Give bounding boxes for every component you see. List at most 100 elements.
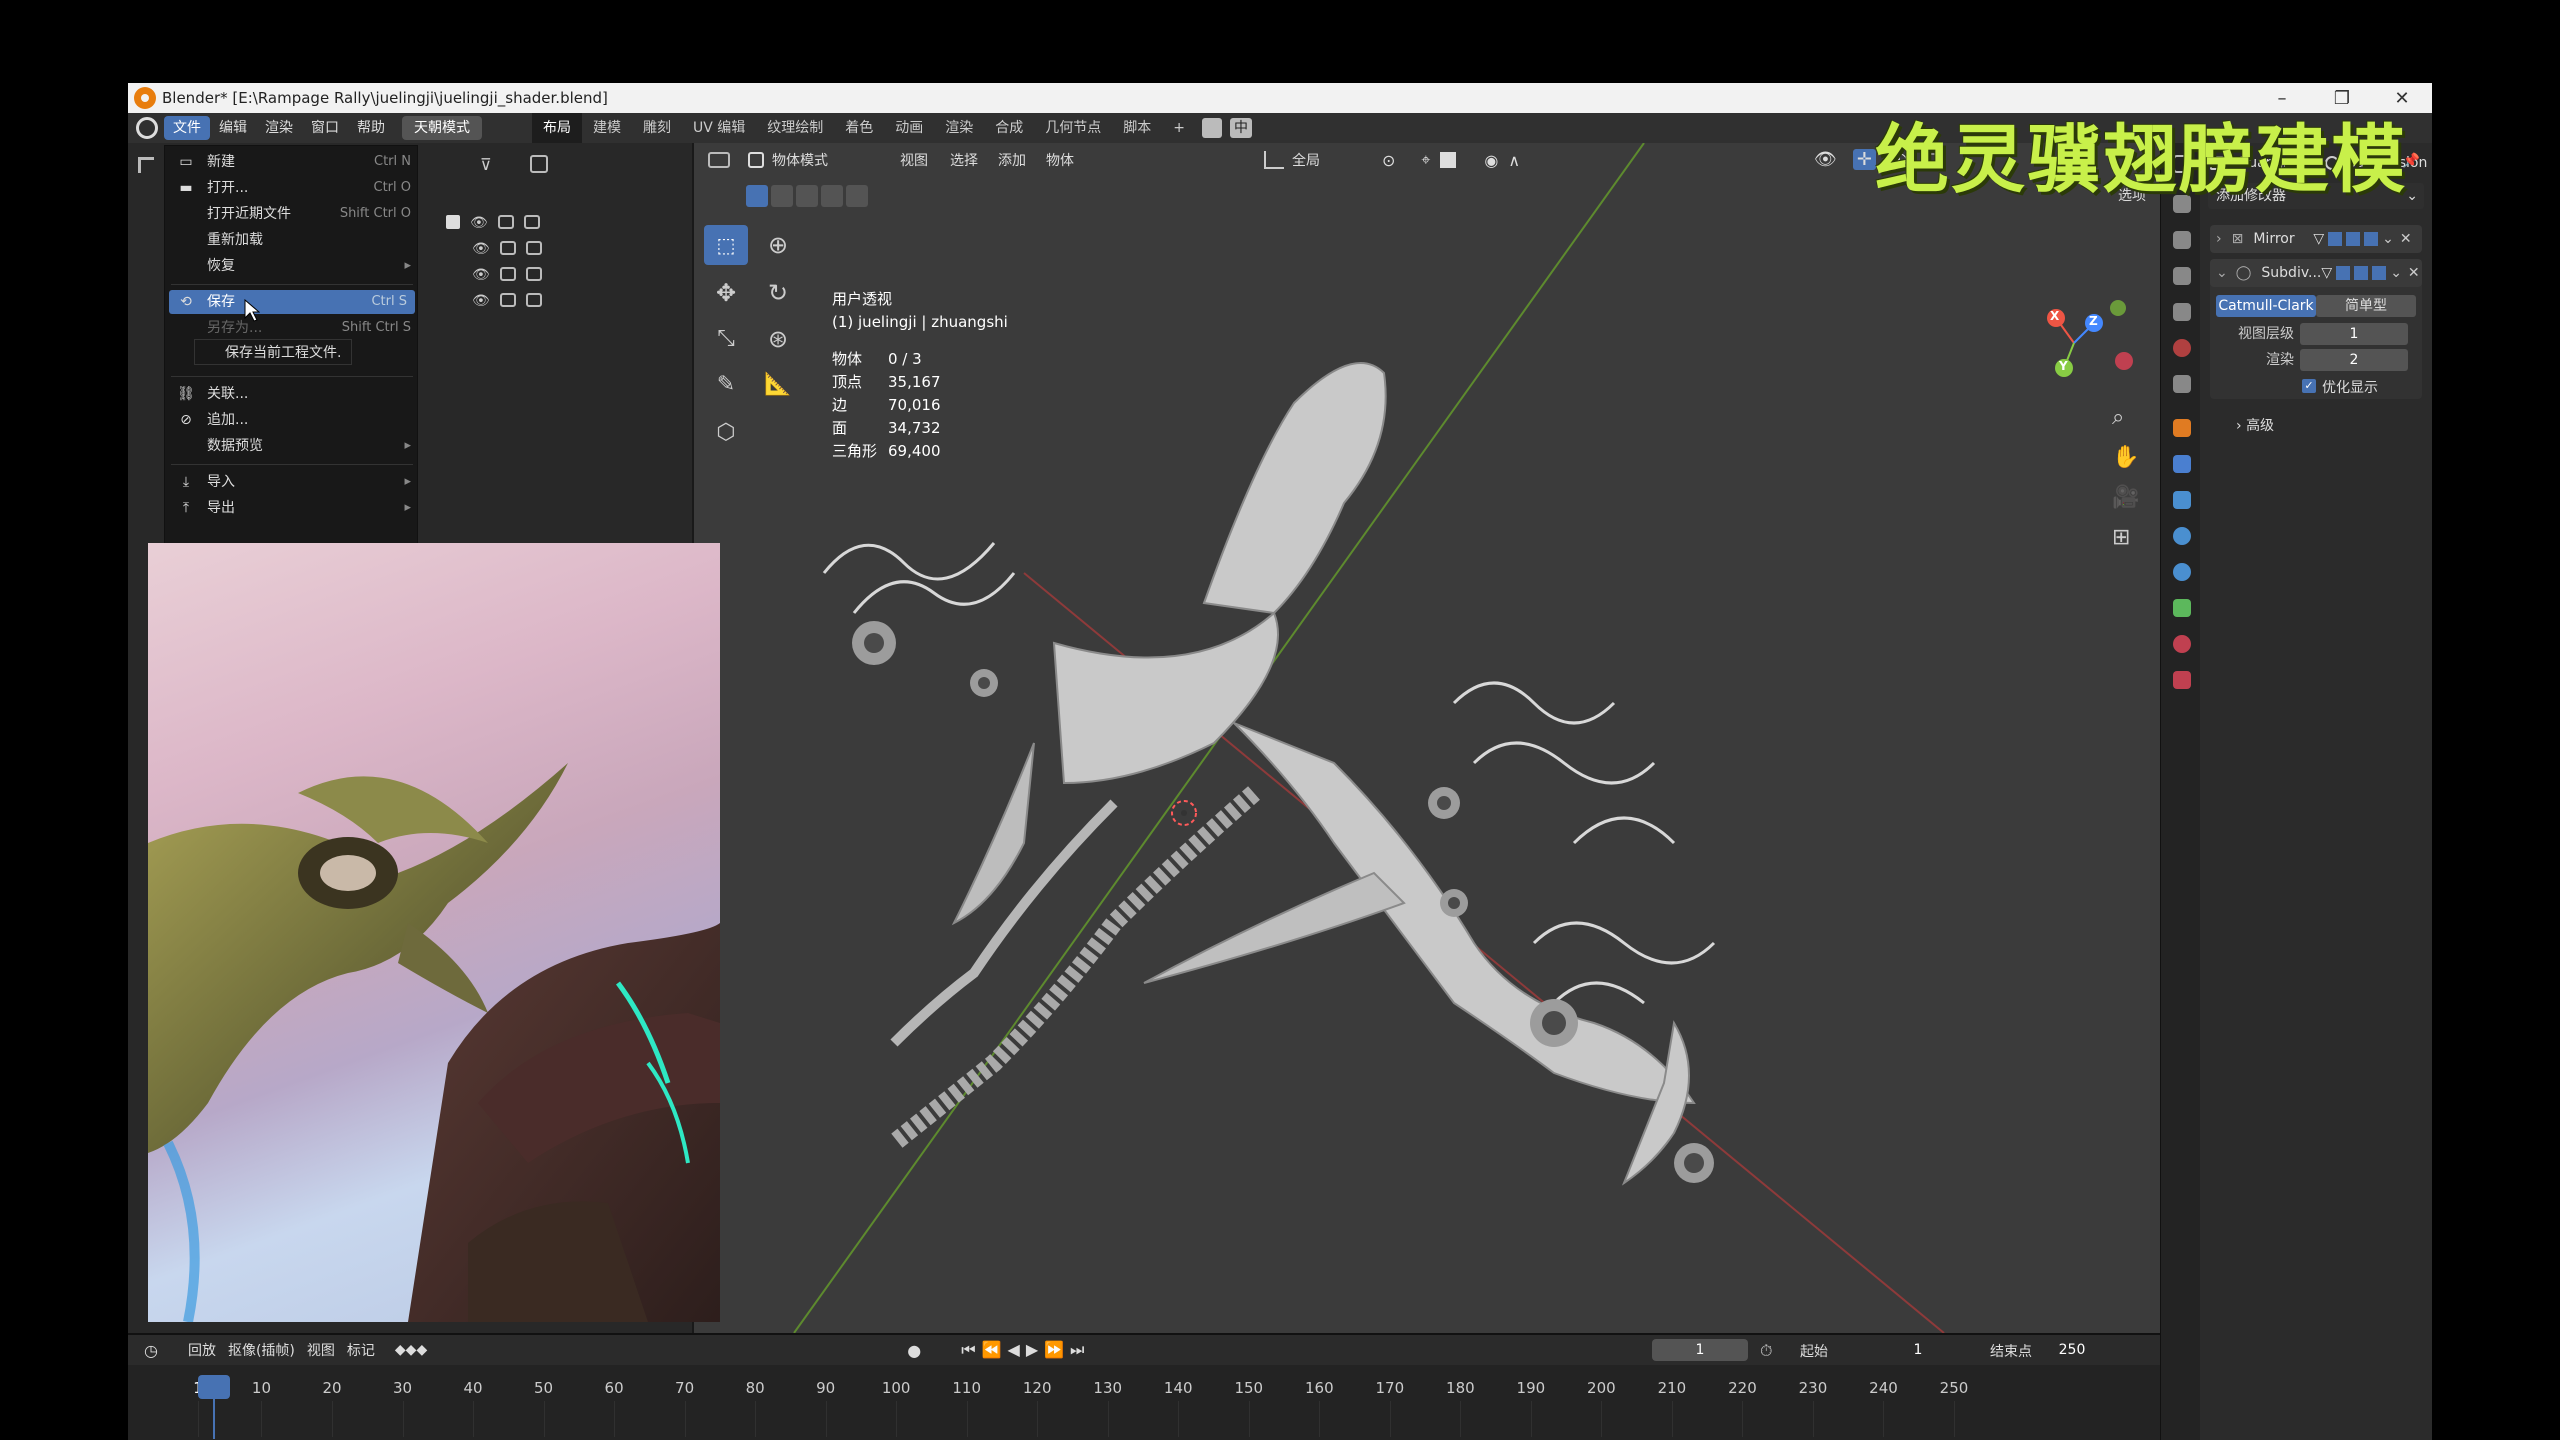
tab-scripting[interactable]: 脚本	[1112, 113, 1162, 143]
gizmo-x-label[interactable]: X	[2050, 309, 2059, 323]
tab-shading[interactable]: 着色	[834, 113, 884, 143]
menu-item-recover[interactable]: 恢复 ▸	[165, 254, 419, 278]
remove-modifier-icon[interactable]: ✕	[2408, 265, 2420, 281]
collapse-arrow-icon[interactable]: ⌄	[2216, 265, 2228, 281]
cage-toggle-icon[interactable]	[2336, 266, 2351, 280]
edit-mode-toggle-icon[interactable]: ▽	[2313, 231, 2324, 247]
menu-help[interactable]: 帮助	[348, 116, 394, 140]
viewport-toggle-icon[interactable]	[2346, 232, 2361, 246]
playhead[interactable]	[198, 1375, 230, 1399]
eye-icon[interactable]: 👁	[472, 267, 490, 283]
menu-file[interactable]: 文件	[164, 116, 210, 140]
playback-controls[interactable]: ⏮⏪◀▶⏩⏭	[961, 1340, 1090, 1360]
monitor-icon[interactable]	[499, 267, 516, 281]
start-frame-field[interactable]: 1	[1868, 1339, 1968, 1361]
tab-rendering[interactable]: 渲染	[934, 113, 984, 143]
menu-item-save[interactable]: ⟲ 保存 Ctrl S	[169, 290, 415, 314]
camera-icon[interactable]	[525, 293, 542, 307]
output-tab-icon[interactable]	[2173, 231, 2191, 249]
chevron-down-icon[interactable]: ⌄	[2390, 265, 2402, 281]
current-frame-field[interactable]: 1	[1652, 1339, 1748, 1361]
marker-menu[interactable]: 标记	[341, 1340, 381, 1360]
mode-button[interactable]: 天朝模式	[402, 116, 482, 140]
tab-compositing[interactable]: 合成	[984, 113, 1034, 143]
edit-mode-toggle-icon[interactable]: ▽	[2321, 265, 2332, 281]
monitor-icon[interactable]	[499, 241, 516, 255]
zoom-icon[interactable]: ⌕	[2112, 405, 2124, 430]
menu-item-import[interactable]: ⤓ 导入 ▸	[165, 470, 419, 494]
viewport-toggle-icon[interactable]	[2354, 266, 2369, 280]
simple-button[interactable]: 简单型	[2316, 295, 2416, 317]
modifier-tab-icon[interactable]	[2173, 455, 2191, 473]
pan-hand-icon[interactable]: ✋	[2112, 445, 2139, 470]
catmull-clark-button[interactable]: Catmull-Clark	[2216, 295, 2316, 317]
visibility-icon[interactable]: 👁	[1814, 149, 1837, 170]
outliner-editor-type-icon[interactable]	[138, 157, 154, 173]
menu-edit[interactable]: 编辑	[210, 116, 256, 140]
modifier-name[interactable]: Subdiv...	[2261, 265, 2321, 281]
constraints-tab-icon[interactable]	[2173, 563, 2191, 581]
expand-arrow-icon[interactable]: ›	[2216, 231, 2222, 247]
record-icon[interactable]: ●	[907, 1341, 921, 1360]
world-tab-icon[interactable]	[2173, 339, 2191, 357]
menu-item-export[interactable]: ⤒ 导出 ▸	[165, 496, 419, 520]
keying-menu[interactable]: 抠像(插帧)	[222, 1340, 301, 1360]
modifier-name[interactable]: Mirror	[2253, 231, 2313, 247]
menu-render[interactable]: 渲染	[256, 116, 302, 140]
scene-icon[interactable]	[1202, 118, 1223, 138]
3d-viewport[interactable]: 物体模式 视图 选择 添加 物体 全局 ⊙ ⌖ ◉ ∧ 选项 ⬚ ⊕ ✥ ↻ ⤡…	[694, 143, 2160, 1333]
ime-indicator[interactable]: 中	[1230, 118, 1253, 138]
menu-item-new[interactable]: ▭ 新建 Ctrl N	[165, 150, 419, 174]
camera-icon[interactable]	[523, 215, 540, 229]
modifier-mirror[interactable]: › ⊠ Mirror ▽ ⌄ ✕	[2210, 225, 2422, 253]
texture-tab-icon[interactable]	[2173, 671, 2191, 689]
advanced-section[interactable]: › 高级	[2236, 415, 2274, 435]
camera-view-icon[interactable]: 🎥	[2112, 485, 2139, 510]
view-layer-tab-icon[interactable]	[2173, 267, 2191, 285]
grid-toggle-icon[interactable]: ⊞	[2112, 525, 2130, 550]
new-collection-icon[interactable]	[530, 155, 548, 173]
chevron-down-icon[interactable]: ⌄	[2382, 231, 2394, 247]
render-toggle-icon[interactable]	[2364, 232, 2379, 246]
camera-icon[interactable]	[525, 241, 542, 255]
menu-item-link[interactable]: ⛓ 关联...	[165, 382, 419, 406]
filter-icon[interactable]: ⊽	[480, 155, 492, 174]
menu-item-revert[interactable]: 重新加载	[165, 228, 419, 252]
scene-tab-icon[interactable]	[2173, 303, 2191, 321]
playback-menu[interactable]: 回放	[182, 1340, 222, 1360]
material-tab-icon[interactable]	[2173, 635, 2191, 653]
collection-tab-icon[interactable]	[2173, 375, 2191, 393]
gizmo-toggle-icon[interactable]: ✛	[1852, 149, 1876, 170]
eye-icon[interactable]: 👁	[472, 293, 490, 309]
tab-texture-paint[interactable]: 纹理绘制	[756, 113, 834, 143]
menu-window[interactable]: 窗口	[302, 116, 348, 140]
modifier-subdivision[interactable]: ⌄ ◯ Subdiv... ▽ ⌄ ✕	[2210, 259, 2422, 287]
physics-tab-icon[interactable]	[2173, 527, 2191, 545]
gizmo-y-label[interactable]: Y	[2059, 359, 2068, 373]
tab-modeling[interactable]: 建模	[582, 113, 632, 143]
cage-toggle-icon[interactable]	[2328, 232, 2343, 246]
gizmo-z-label[interactable]: Z	[2089, 314, 2098, 328]
end-frame-field[interactable]: 250	[2042, 1339, 2102, 1361]
menu-item-append[interactable]: ⊘ 追加...	[165, 408, 419, 432]
render-levels-field[interactable]: 2	[2300, 349, 2408, 371]
remove-modifier-icon[interactable]: ✕	[2400, 231, 2412, 247]
tab-uv-editing[interactable]: UV 编辑	[682, 113, 756, 143]
blender-menu-icon[interactable]	[136, 117, 158, 139]
particles-tab-icon[interactable]	[2173, 491, 2191, 509]
monitor-icon[interactable]	[497, 215, 514, 229]
tab-sculpting[interactable]: 雕刻	[632, 113, 682, 143]
menu-item-data-previews[interactable]: 数据预览 ▸	[165, 434, 419, 458]
eye-icon[interactable]: 👁	[472, 241, 490, 257]
render-toggle-icon[interactable]	[2372, 266, 2387, 280]
add-workspace-button[interactable]: +	[1162, 113, 1196, 143]
editor-type-icon[interactable]: ◷	[144, 1341, 158, 1360]
menu-item-save-as[interactable]: 另存为... Shift Ctrl S	[165, 316, 419, 340]
tab-animation[interactable]: 动画	[884, 113, 934, 143]
optimal-display-checkbox[interactable]: ✓	[2302, 379, 2316, 393]
view-menu[interactable]: 视图	[301, 1340, 341, 1360]
data-tab-icon[interactable]	[2173, 599, 2191, 617]
menu-item-open[interactable]: ▬ 打开... Ctrl O	[165, 176, 419, 200]
tab-geometry-nodes[interactable]: 几何节点	[1034, 113, 1112, 143]
tab-layout[interactable]: 布局	[532, 113, 582, 143]
